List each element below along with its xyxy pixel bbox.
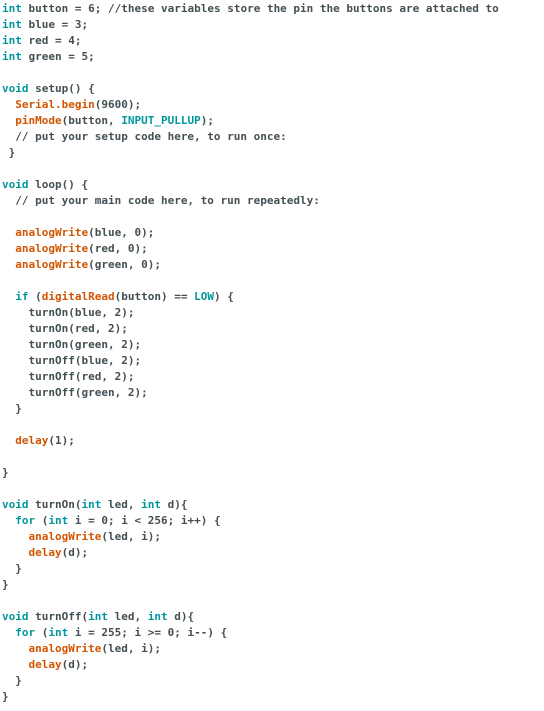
code-line[interactable]: delay(d); [0,657,544,673]
code-line[interactable]: turnOff(blue, 2); [0,353,544,369]
code-line[interactable] [0,481,544,497]
code-line[interactable]: turnOn(red, 2); [0,321,544,337]
code-line[interactable] [0,273,544,289]
code-line[interactable]: } [0,401,544,417]
code-line[interactable]: int blue = 3; [0,17,544,33]
code-line[interactable]: analogWrite(led, i); [0,641,544,657]
code-line[interactable]: turnOff(green, 2); [0,385,544,401]
code-line[interactable]: pinMode(button, INPUT_PULLUP); [0,113,544,129]
code-line[interactable]: } [0,673,544,689]
code-line[interactable]: int red = 4; [0,33,544,49]
code-line[interactable]: for (int i = 0; i < 256; i++) { [0,513,544,529]
code-line[interactable]: // put your setup code here, to run once… [0,129,544,145]
code-line[interactable]: turnOff(red, 2); [0,369,544,385]
code-line[interactable] [0,449,544,465]
code-line[interactable]: int green = 5; [0,49,544,65]
code-line[interactable]: void setup() { [0,81,544,97]
code-line[interactable] [0,161,544,177]
code-line[interactable]: } [0,561,544,577]
code-line[interactable]: turnOn(green, 2); [0,337,544,353]
code-line[interactable]: delay(1); [0,433,544,449]
code-line[interactable]: void loop() { [0,177,544,193]
code-editor-canvas[interactable]: int button = 6; //these variables store … [0,0,544,711]
code-line[interactable]: analogWrite(led, i); [0,529,544,545]
code-line[interactable]: void turnOn(int led, int d){ [0,497,544,513]
code-line[interactable]: turnOn(blue, 2); [0,305,544,321]
code-line[interactable]: } [0,689,544,705]
code-line[interactable]: for (int i = 255; i >= 0; i--) { [0,625,544,641]
code-line[interactable]: Serial.begin(9600); [0,97,544,113]
code-line[interactable]: } [0,465,544,481]
code-line[interactable] [0,209,544,225]
code-line[interactable]: delay(d); [0,545,544,561]
code-line[interactable]: analogWrite(green, 0); [0,257,544,273]
code-line[interactable]: } [0,577,544,593]
code-line[interactable]: analogWrite(blue, 0); [0,225,544,241]
code-line[interactable]: if (digitalRead(button) == LOW) { [0,289,544,305]
code-line[interactable]: // put your main code here, to run repea… [0,193,544,209]
code-line[interactable]: } [0,145,544,161]
code-line[interactable]: analogWrite(red, 0); [0,241,544,257]
code-line[interactable] [0,593,544,609]
code-line[interactable] [0,65,544,81]
code-line[interactable] [0,417,544,433]
code-line[interactable]: void turnOff(int led, int d){ [0,609,544,625]
source-code-block[interactable]: int button = 6; //these variables store … [0,0,544,705]
code-line[interactable]: int button = 6; //these variables store … [0,1,544,17]
